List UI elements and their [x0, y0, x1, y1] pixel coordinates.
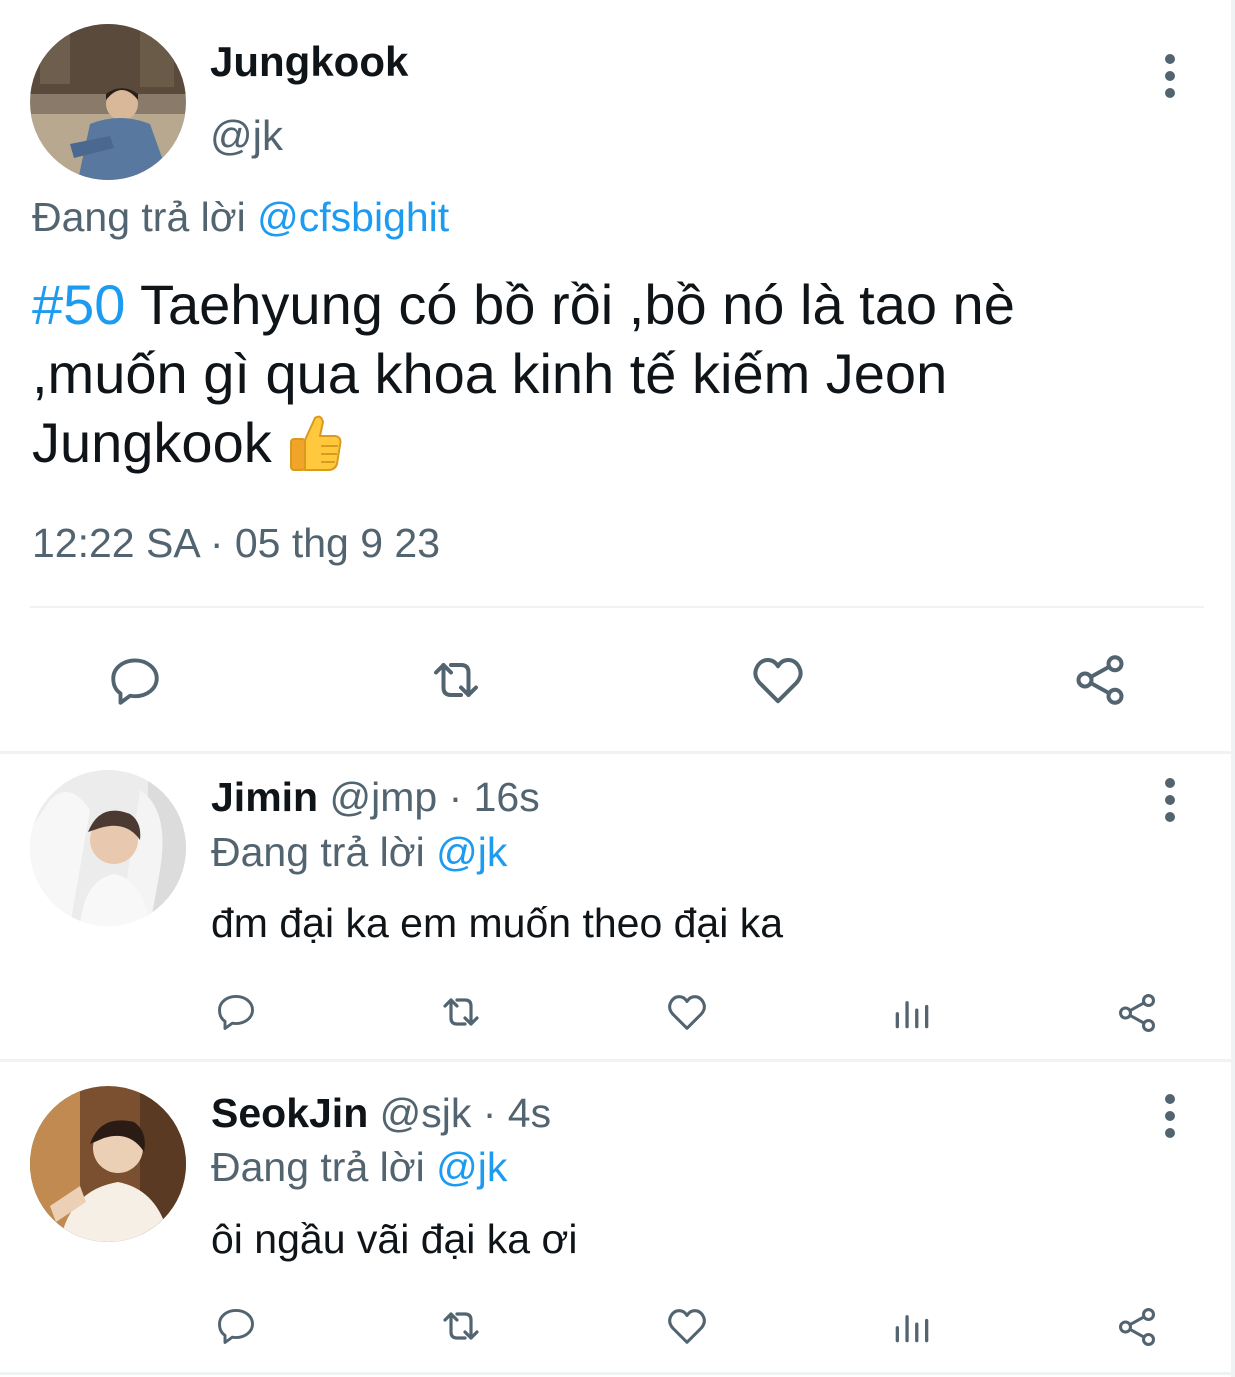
- main-tweet: Jungkook @jk Đang trả lời @cfsbighit #50…: [0, 0, 1235, 752]
- views-icon[interactable]: [890, 990, 934, 1034]
- avatar-image: [30, 1086, 186, 1242]
- replying-to: Đang trả lời @jk: [211, 829, 507, 876]
- reply-time: · 4s: [471, 1090, 552, 1136]
- retweet-icon[interactable]: [424, 650, 488, 710]
- divider: [0, 1372, 1235, 1375]
- reply-header: Jimin @jmp · 16s: [211, 774, 540, 821]
- like-icon[interactable]: [748, 650, 808, 710]
- replying-to-link[interactable]: @cfsbighit: [257, 194, 449, 240]
- author-handle[interactable]: @sjk: [380, 1090, 472, 1136]
- retweet-icon[interactable]: [436, 988, 486, 1036]
- share-icon[interactable]: [1114, 990, 1160, 1036]
- reply-icon[interactable]: [214, 990, 258, 1034]
- reply-time: · 16s: [437, 774, 540, 820]
- reply-tweet[interactable]: SeokJin @sjk · 4s Đang trả lời @jk ôi ng…: [0, 1062, 1235, 1377]
- reply-header: SeokJin @sjk · 4s: [211, 1090, 551, 1137]
- replying-to-link[interactable]: @jk: [436, 1144, 507, 1190]
- reply-text: đm đại ka em muốn theo đại ka: [211, 900, 784, 946]
- retweet-icon[interactable]: [436, 1302, 486, 1350]
- avatar[interactable]: [30, 24, 186, 180]
- tweet-timestamp: 12:22 SA · 05 thg 9 23: [32, 520, 441, 566]
- divider: [30, 606, 1204, 608]
- thumbs-up-icon: [287, 412, 343, 472]
- author-handle[interactable]: @jk: [210, 112, 283, 160]
- like-icon[interactable]: [664, 989, 710, 1035]
- hashtag-link[interactable]: #50: [32, 273, 125, 336]
- author-name[interactable]: SeokJin: [211, 1090, 368, 1136]
- avatar-image: [30, 24, 186, 180]
- share-icon[interactable]: [1114, 1304, 1160, 1350]
- author-handle[interactable]: @jmp: [330, 774, 438, 820]
- replying-to: Đang trả lời @cfsbighit: [32, 194, 449, 241]
- reply-icon[interactable]: [106, 652, 164, 710]
- avatar[interactable]: [30, 1086, 186, 1242]
- replying-to-link[interactable]: @jk: [436, 829, 507, 875]
- like-icon[interactable]: [664, 1303, 710, 1349]
- avatar-image: [30, 770, 186, 926]
- tweet-text: #50 Taehyung có bồ rồi ,bồ nó là tao nè …: [32, 270, 1182, 477]
- tweet-body: Taehyung có bồ rồi ,bồ nó là tao nè ,muố…: [32, 273, 1015, 474]
- reply-icon[interactable]: [214, 1304, 258, 1348]
- more-options-icon[interactable]: [1160, 54, 1180, 98]
- replying-prefix: Đang trả lời: [211, 829, 437, 875]
- author-name[interactable]: Jungkook: [210, 38, 408, 86]
- author-name[interactable]: Jimin: [211, 774, 318, 820]
- scroll-edge: [1231, 0, 1235, 1377]
- replying-prefix: Đang trả lời: [211, 1144, 437, 1190]
- reply-tweet[interactable]: Jimin @jmp · 16s Đang trả lời @jk đm đại…: [0, 754, 1235, 1060]
- more-options-icon[interactable]: [1160, 778, 1180, 822]
- replying-prefix: Đang trả lời: [32, 194, 258, 240]
- views-icon[interactable]: [890, 1304, 934, 1348]
- reply-text: ôi ngầu vãi đại ka ơi: [211, 1216, 578, 1262]
- more-options-icon[interactable]: [1160, 1094, 1180, 1138]
- avatar[interactable]: [30, 770, 186, 926]
- replying-to: Đang trả lời @jk: [211, 1144, 507, 1191]
- share-icon[interactable]: [1070, 650, 1130, 710]
